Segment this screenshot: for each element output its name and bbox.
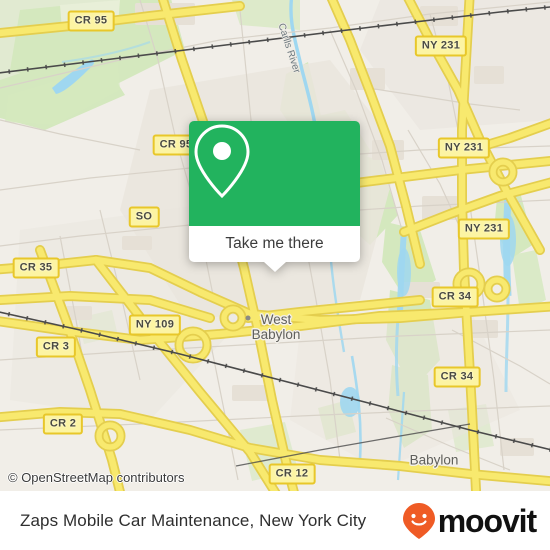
take-me-there-label: Take me there <box>225 235 324 252</box>
road-shield-cr-35[interactable]: CR 35 <box>12 257 60 279</box>
location-title: Zaps Mobile Car Maintenance, New York Ci… <box>20 510 367 530</box>
location-pin-icon <box>194 124 250 199</box>
road-shield-cr-95-north[interactable]: CR 95 <box>67 10 115 32</box>
moovit-map-page: West Babylon Babylon Carlls River CR 95 … <box>0 0 550 550</box>
road-shield-cr-3[interactable]: CR 3 <box>35 336 77 358</box>
osm-attribution[interactable]: © OpenStreetMap contributors <box>8 470 185 485</box>
bottom-info-bar: Zaps Mobile Car Maintenance, New York Ci… <box>0 491 550 550</box>
road-shield-ny-231-north[interactable]: NY 231 <box>414 35 468 57</box>
road-shield-cr-12[interactable]: CR 12 <box>268 463 316 485</box>
moovit-wordmark: moovit <box>437 502 537 539</box>
road-shield-so[interactable]: SO <box>128 206 160 228</box>
road-shield-ny-231-south[interactable]: NY 231 <box>457 218 511 240</box>
moovit-smiley-pin-icon <box>402 502 435 539</box>
moovit-brand[interactable]: moovit <box>402 502 537 540</box>
take-me-there-button[interactable]: Take me there <box>189 226 360 262</box>
road-shield-ny-109[interactable]: NY 109 <box>128 314 182 336</box>
map-popup-card[interactable]: Take me there <box>189 121 360 272</box>
road-shield-cr-34-south[interactable]: CR 34 <box>433 366 481 388</box>
road-shield-cr-34-north[interactable]: CR 34 <box>431 286 479 308</box>
place-dot-west-babylon <box>245 315 251 321</box>
road-shield-cr-2[interactable]: CR 2 <box>42 413 84 435</box>
popup-header <box>189 121 360 226</box>
road-shield-ny-231-mid[interactable]: NY 231 <box>437 137 491 159</box>
map-canvas[interactable]: West Babylon Babylon Carlls River CR 95 … <box>0 0 550 491</box>
popup-pointer-tail <box>263 262 286 272</box>
